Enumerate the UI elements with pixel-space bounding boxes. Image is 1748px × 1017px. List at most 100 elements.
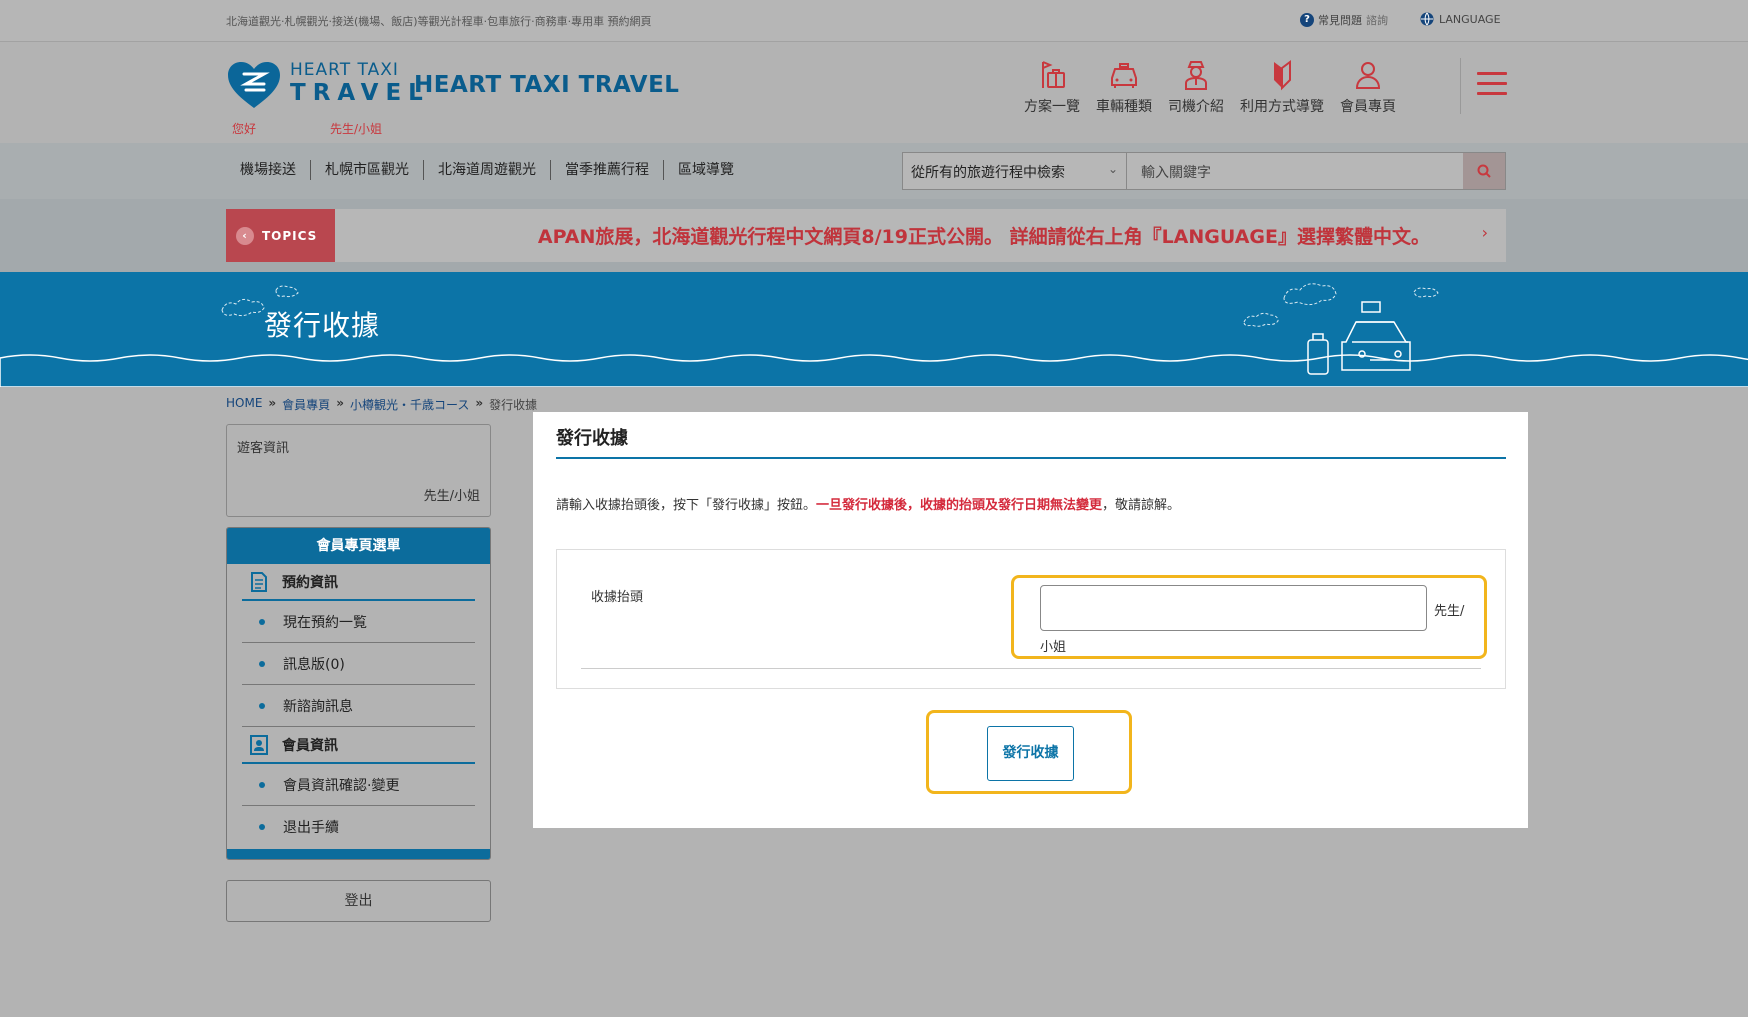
chevron-right-icon[interactable]: › bbox=[1482, 223, 1488, 242]
search-scope-value: 從所有的旅遊行程中檢索 bbox=[911, 165, 1065, 181]
note-pre: 請輸入收據抬頭後，按下「發行收據」按鈕。 bbox=[556, 498, 817, 513]
header-nav: 方案一覽 車輛種類 司機介紹 利用方式導覽 會員專頁 bbox=[1024, 58, 1412, 116]
breadcrumb-separator: » bbox=[475, 396, 484, 410]
user-info-box: 遊客資訊 先生/小姐 bbox=[226, 424, 491, 517]
taxi-icon bbox=[1111, 63, 1137, 88]
logout-button[interactable]: 登出 bbox=[226, 880, 491, 922]
category-nav: 機場接送 札幌市區觀光 北海道周遊觀光 當季推薦行程 區域導覽 從所有的旅遊行程… bbox=[0, 143, 1748, 199]
faq-label: 常見問題 bbox=[1318, 14, 1362, 27]
page-banner: 發行收據 bbox=[0, 272, 1748, 387]
receipt-panel: 發行收據 請輸入收據抬頭後，按下「發行收據」按鈕。一旦發行收據後，收據的抬頭及發… bbox=[533, 412, 1528, 828]
menu-item-label: 訊息版(0) bbox=[283, 656, 345, 673]
language-button[interactable]: LANGUAGE bbox=[1420, 12, 1501, 26]
hamburger-menu-icon[interactable] bbox=[1477, 72, 1507, 96]
beginner-mark-icon bbox=[1274, 60, 1291, 91]
honorific-suffix-2: 小姐 bbox=[1040, 640, 1067, 655]
member-menu-header: 會員專頁選單 bbox=[227, 528, 490, 564]
search-input[interactable]: 輸入關鍵字 bbox=[1127, 153, 1463, 189]
nav-drivers[interactable]: 司機介紹 bbox=[1168, 58, 1224, 116]
heart-logo-icon[interactable] bbox=[226, 60, 282, 110]
menu-item-message-board[interactable]: 訊息版(0) bbox=[242, 643, 475, 685]
menu-item-member-edit[interactable]: 會員資訊確認·變更 bbox=[242, 764, 475, 806]
member-menu-footer bbox=[227, 849, 490, 859]
bullet-icon bbox=[259, 618, 265, 625]
breadcrumb-home[interactable]: HOME bbox=[226, 396, 262, 413]
menu-item-label: 會員資訊確認·變更 bbox=[283, 777, 400, 794]
member-menu: 會員專頁選單 預約資訊 現在預約一覧 訊息版(0) 新諮詢訊息 會員資訊 會員資… bbox=[226, 527, 491, 860]
logo-line2: TRAVEL bbox=[290, 80, 430, 106]
section-member-info-label: 會員資訊 bbox=[282, 737, 338, 754]
search-scope-select[interactable]: 從所有的旅遊行程中檢索 ⌄ bbox=[903, 153, 1127, 189]
breadcrumb: HOME » 會員專頁 » 小樽観光・千歳コース » 發行收據 bbox=[226, 396, 537, 413]
bullet-icon bbox=[259, 824, 265, 830]
luggage-icon bbox=[1042, 61, 1065, 88]
driver-icon bbox=[1185, 61, 1207, 90]
globe-icon bbox=[1420, 12, 1434, 26]
search-button[interactable] bbox=[1463, 153, 1505, 189]
site-tagline: 北海道觀光·札幌觀光·接送(機場、飯店)等觀光計程車·包車旅行·商務車·專用車 … bbox=[226, 15, 652, 28]
nav-vehicles-label: 車輛種類 bbox=[1096, 99, 1152, 115]
banner-decoration bbox=[0, 283, 1748, 387]
chevron-left-icon[interactable]: ‹ bbox=[236, 226, 254, 245]
topics-bar[interactable]: ‹ TOPICS APAN旅展，北海道觀光行程中文網頁8/19正式公開。 詳細請… bbox=[226, 209, 1506, 262]
menu-item-label: 新諮詢訊息 bbox=[283, 698, 353, 715]
topics-label-box: ‹ TOPICS bbox=[226, 209, 335, 262]
receipt-form: 收據抬頭 先生/ 小姐 bbox=[556, 549, 1506, 689]
menu-item-label: 現在預約一覧 bbox=[283, 614, 367, 631]
menu-item-new-inquiry[interactable]: 新諮詢訊息 bbox=[242, 685, 475, 727]
document-icon bbox=[251, 571, 267, 592]
user-info-title: 遊客資訊 bbox=[237, 441, 290, 456]
category-seasonal[interactable]: 當季推薦行程 bbox=[550, 160, 663, 180]
menu-item-label: 退出手續 bbox=[283, 820, 339, 836]
top-strip: 北海道觀光·札幌觀光·接送(機場、飯店)等觀光計程車·包車旅行·商務車·專用車 … bbox=[0, 0, 1748, 42]
category-hokkaido-tour[interactable]: 北海道周遊觀光 bbox=[423, 160, 550, 180]
topics-label: TOPICS bbox=[262, 228, 318, 243]
nav-plans-label: 方案一覽 bbox=[1024, 99, 1080, 115]
form-divider bbox=[581, 668, 1481, 669]
nav-vehicles[interactable]: 車輛種類 bbox=[1096, 58, 1152, 116]
honorific-suffix-1: 先生/ bbox=[1434, 604, 1465, 619]
nav-member-label: 會員專頁 bbox=[1340, 99, 1396, 115]
category-sapporo[interactable]: 札幌市區觀光 bbox=[310, 160, 423, 180]
category-area-guide[interactable]: 區域導覽 bbox=[663, 160, 748, 180]
bullet-icon bbox=[259, 660, 265, 667]
nav-plans[interactable]: 方案一覽 bbox=[1024, 58, 1080, 116]
breadcrumb-member[interactable]: 會員專頁 bbox=[282, 396, 330, 413]
section-member-info: 會員資訊 bbox=[242, 727, 475, 764]
topics-message[interactable]: APAN旅展，北海道觀光行程中文網頁8/19正式公開。 詳細請從右上角『LANG… bbox=[335, 222, 1506, 249]
receipt-heading: 發行收據 bbox=[556, 424, 1506, 459]
header-divider bbox=[1460, 58, 1461, 114]
issue-receipt-button[interactable]: 發行收據 bbox=[987, 726, 1074, 781]
note-post: ，敬請諒解。 bbox=[1102, 498, 1181, 513]
greeting: 您好 bbox=[232, 122, 257, 136]
menu-item-current-reservations[interactable]: 現在預約一覧 bbox=[242, 601, 475, 643]
nav-member[interactable]: 會員專頁 bbox=[1340, 58, 1396, 116]
faq-link[interactable]: ? 常見問題 諮詢 bbox=[1300, 12, 1388, 28]
breadcrumb-course[interactable]: 小樽観光・千歳コース bbox=[350, 396, 469, 413]
id-card-icon bbox=[250, 734, 268, 755]
breadcrumb-separator: » bbox=[268, 396, 277, 410]
chevron-down-icon: ⌄ bbox=[1107, 162, 1118, 176]
receipt-instructions: 請輸入收據抬頭後，按下「發行收據」按鈕。一旦發行收據後，收據的抬頭及發行日期無法… bbox=[556, 494, 1180, 513]
nav-drivers-label: 司機介紹 bbox=[1168, 99, 1224, 115]
question-icon: ? bbox=[1300, 13, 1314, 27]
note-warning: 一旦發行收據後，收據的抬頭及發行日期無法變更 bbox=[816, 498, 1103, 513]
bullet-icon bbox=[259, 702, 265, 709]
logo-wordmark[interactable]: HEART TAXI TRAVEL bbox=[290, 62, 430, 105]
brand-name[interactable]: HEART TAXI TRAVEL bbox=[414, 72, 679, 98]
receipt-title-label: 收據抬頭 bbox=[591, 590, 644, 605]
logo-line1: HEART TAXI bbox=[290, 60, 399, 80]
section-reservation: 預約資訊 bbox=[242, 564, 475, 601]
breadcrumb-separator: » bbox=[336, 396, 344, 410]
category-list: 機場接送 札幌市區觀光 北海道周遊觀光 當季推薦行程 區域導覽 bbox=[226, 160, 748, 180]
receipt-title-input[interactable] bbox=[1040, 585, 1427, 631]
greeting-honorific: 先生/小姐 bbox=[330, 122, 383, 136]
language-label: LANGUAGE bbox=[1439, 12, 1501, 26]
section-reservation-label: 預約資訊 bbox=[282, 574, 338, 591]
nav-guide-label: 利用方式導覽 bbox=[1240, 99, 1324, 115]
menu-item-withdraw[interactable]: 退出手續 bbox=[242, 806, 475, 848]
category-airport[interactable]: 機場接送 bbox=[226, 160, 310, 180]
nav-guide[interactable]: 利用方式導覽 bbox=[1240, 58, 1324, 116]
faq-sub: 諮詢 bbox=[1366, 14, 1388, 27]
breadcrumb-current: 發行收據 bbox=[489, 398, 538, 412]
